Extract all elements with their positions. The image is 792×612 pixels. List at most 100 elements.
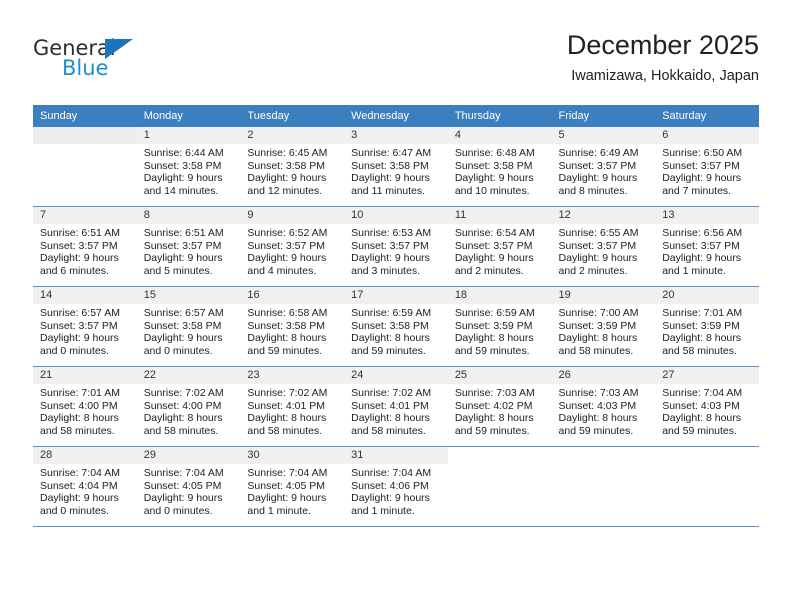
sunset-text: Sunset: 3:57 PM xyxy=(662,159,740,172)
calendar-day-cell[interactable]: 29 Sunrise: 7:04 AM Sunset: 4:05 PM Dayligh… xyxy=(136,447,241,526)
day-details: Sunrise: 7:04 AM Sunset: 4:06 PM Daylight:… xyxy=(344,464,448,517)
day-number: 9 xyxy=(240,207,345,224)
daylight-text-line2: and 4 minutes. xyxy=(247,264,317,277)
calendar-day-cell[interactable]: 14 Sunrise: 6:57 AM Sunset: 3:57 PM Dayligh… xyxy=(33,287,137,366)
weekday-header-thursday: Thursday xyxy=(447,105,552,127)
calendar-day-cell[interactable]: 18 Sunrise: 6:59 AM Sunset: 3:59 PM Dayligh… xyxy=(447,287,552,366)
calendar-day-cell[interactable]: 1 Sunrise: 6:44 AM Sunset: 3:58 PM Daylight… xyxy=(136,127,241,206)
daylight-text-line2: and 0 minutes. xyxy=(143,504,213,517)
daylight-text-line2: and 59 minutes. xyxy=(454,344,530,357)
day-details: Sunrise: 6:47 AM Sunset: 3:58 PM Daylight:… xyxy=(344,144,448,197)
sunrise-text: Sunrise: 7:02 AM xyxy=(351,387,432,399)
title-block: December 2025 Iwamizawa, Hokkaido, Japan xyxy=(567,28,759,87)
daylight-text-line1: Daylight: 9 hours xyxy=(454,172,534,185)
calendar-day-cell[interactable]: 24 Sunrise: 7:02 AM Sunset: 4:01 PM Dayligh… xyxy=(344,367,448,446)
daylight-text-line1: Daylight: 9 hours xyxy=(143,252,223,265)
calendar-day-cell[interactable]: 28 Sunrise: 7:04 AM Sunset: 4:04 PM Dayligh… xyxy=(33,447,137,526)
daylight-text-line2: and 58 minutes. xyxy=(40,424,115,437)
calendar-week-row: 21 Sunrise: 7:01 AM Sunset: 4:00 PM Dayligh… xyxy=(33,367,759,446)
calendar-day-cell[interactable]: 31 Sunrise: 7:04 AM Sunset: 4:06 PM Dayligh… xyxy=(344,447,448,526)
calendar-day-cell[interactable]: 15 Sunrise: 6:57 AM Sunset: 3:58 PM Dayligh… xyxy=(136,287,241,366)
calendar-day-cell[interactable]: 13 Sunrise: 6:56 AM Sunset: 3:57 PM Dayligh… xyxy=(655,207,759,286)
sunrise-text: Sunrise: 7:04 AM xyxy=(351,467,432,479)
daylight-text-line2: and 10 minutes. xyxy=(454,184,530,197)
day-number: 6 xyxy=(655,127,759,144)
day-number: 31 xyxy=(344,447,448,464)
sunset-text: Sunset: 3:57 PM xyxy=(454,239,533,252)
calendar-day-cell[interactable]: 2 Sunrise: 6:45 AM Sunset: 3:58 PM Daylight… xyxy=(240,127,345,206)
day-number: 13 xyxy=(655,207,759,224)
daylight-text-line1: Daylight: 8 hours xyxy=(558,412,638,425)
day-details: Sunrise: 6:45 AM Sunset: 3:58 PM Daylight:… xyxy=(240,144,344,197)
calendar-day-cell[interactable]: 16 Sunrise: 6:58 AM Sunset: 3:58 PM Dayligh… xyxy=(240,287,345,366)
sunrise-text: Sunrise: 6:44 AM xyxy=(143,147,224,159)
sunset-text: Sunset: 4:01 PM xyxy=(247,399,326,412)
calendar-day-cell[interactable]: 6 Sunrise: 6:50 AM Sunset: 3:57 PM Daylight… xyxy=(655,127,759,206)
sunrise-text: Sunrise: 6:48 AM xyxy=(454,147,535,159)
calendar-day-cell[interactable]: 22 Sunrise: 7:02 AM Sunset: 4:00 PM Dayligh… xyxy=(136,367,241,446)
weekday-header-friday: Friday xyxy=(551,105,656,127)
daylight-text-line1: Daylight: 9 hours xyxy=(558,172,638,185)
calendar-day-cell[interactable]: 26 Sunrise: 7:03 AM Sunset: 4:03 PM Dayligh… xyxy=(551,367,656,446)
daylight-text-line2: and 1 minute. xyxy=(662,264,726,277)
day-details: Sunrise: 6:57 AM Sunset: 3:57 PM Daylight:… xyxy=(33,304,137,357)
daylight-text-line1: Daylight: 9 hours xyxy=(454,252,534,265)
day-details: Sunrise: 7:03 AM Sunset: 4:03 PM Daylight:… xyxy=(552,384,656,437)
sunrise-text: Sunrise: 6:54 AM xyxy=(454,227,535,239)
daylight-text-line1: Daylight: 8 hours xyxy=(454,332,534,345)
sunset-text: Sunset: 4:05 PM xyxy=(143,479,222,492)
calendar-day-cell[interactable]: 19 Sunrise: 7:00 AM Sunset: 3:59 PM Dayligh… xyxy=(551,287,656,366)
calendar-day-cell[interactable]: 3 Sunrise: 6:47 AM Sunset: 3:58 PM Daylight… xyxy=(344,127,448,206)
daylight-text-line2: and 6 minutes. xyxy=(40,264,109,277)
sunset-text: Sunset: 3:57 PM xyxy=(662,239,740,252)
day-details: Sunrise: 6:50 AM Sunset: 3:57 PM Daylight:… xyxy=(655,144,759,197)
daylight-text-line1: Daylight: 9 hours xyxy=(40,332,119,345)
calendar-day-cell[interactable]: 4 Sunrise: 6:48 AM Sunset: 3:58 PM Daylight… xyxy=(447,127,552,206)
calendar-day-cell[interactable]: 7 Sunrise: 6:51 AM Sunset: 3:57 PM Daylight… xyxy=(33,207,137,286)
general-blue-logo[interactable]: General Blue xyxy=(33,36,183,86)
page-subtitle: Iwamizawa, Hokkaido, Japan xyxy=(571,68,759,84)
day-number: 22 xyxy=(136,367,241,384)
calendar-day-cell[interactable]: 27 Sunrise: 7:04 AM Sunset: 4:03 PM Dayligh… xyxy=(655,367,759,446)
sunset-text: Sunset: 3:57 PM xyxy=(40,319,118,332)
calendar-day-cell[interactable]: 11 Sunrise: 6:54 AM Sunset: 3:57 PM Dayligh… xyxy=(447,207,552,286)
calendar-week-row: 7 Sunrise: 6:51 AM Sunset: 3:57 PM Daylight… xyxy=(33,207,759,286)
calendar-head: Sunday Monday Tuesday Wednesday Thursday… xyxy=(33,105,759,127)
daylight-text-line1: Daylight: 9 hours xyxy=(247,172,327,185)
day-details: Sunrise: 6:59 AM Sunset: 3:58 PM Daylight:… xyxy=(344,304,448,357)
sunset-text: Sunset: 3:59 PM xyxy=(662,319,740,332)
daylight-text-line1: Daylight: 8 hours xyxy=(454,412,534,425)
sunset-text: Sunset: 3:58 PM xyxy=(351,159,429,172)
sunrise-text: Sunrise: 6:45 AM xyxy=(247,147,328,159)
sunrise-text: Sunrise: 6:57 AM xyxy=(143,307,224,319)
page-title: December 2025 xyxy=(566,30,759,60)
daylight-text-line2: and 7 minutes. xyxy=(662,184,732,197)
calendar-table: Sunday Monday Tuesday Wednesday Thursday… xyxy=(33,105,759,527)
calendar-day-cell[interactable]: 10 Sunrise: 6:53 AM Sunset: 3:57 PM Dayligh… xyxy=(344,207,448,286)
sunrise-text: Sunrise: 7:04 AM xyxy=(40,467,120,479)
calendar-day-cell[interactable]: 12 Sunrise: 6:55 AM Sunset: 3:57 PM Dayligh… xyxy=(551,207,656,286)
daylight-text-line2: and 0 minutes. xyxy=(40,504,109,517)
daylight-text-line2: and 58 minutes. xyxy=(143,424,219,437)
day-number: 20 xyxy=(655,287,759,304)
calendar-day-cell[interactable]: 25 Sunrise: 7:03 AM Sunset: 4:02 PM Dayligh… xyxy=(447,367,552,446)
day-number xyxy=(33,127,137,144)
weekday-header-saturday: Saturday xyxy=(655,105,759,127)
day-number xyxy=(655,447,759,464)
daylight-text-line1: Daylight: 9 hours xyxy=(247,492,327,505)
day-details: Sunrise: 6:54 AM Sunset: 3:57 PM Daylight:… xyxy=(448,224,552,277)
calendar-day-cell[interactable]: 23 Sunrise: 7:02 AM Sunset: 4:01 PM Dayligh… xyxy=(240,367,345,446)
calendar-day-cell[interactable]: 9 Sunrise: 6:52 AM Sunset: 3:57 PM Daylight… xyxy=(240,207,345,286)
calendar-day-cell[interactable]: 30 Sunrise: 7:04 AM Sunset: 4:05 PM Dayligh… xyxy=(240,447,345,526)
sunrise-text: Sunrise: 6:56 AM xyxy=(662,227,743,239)
calendar-day-cell[interactable]: 20 Sunrise: 7:01 AM Sunset: 3:59 PM Dayligh… xyxy=(655,287,759,366)
calendar-day-cell[interactable]: 8 Sunrise: 6:51 AM Sunset: 3:57 PM Daylight… xyxy=(136,207,241,286)
daylight-text-line1: Daylight: 9 hours xyxy=(558,252,638,265)
calendar-day-cell[interactable]: 21 Sunrise: 7:01 AM Sunset: 4:00 PM Dayligh… xyxy=(33,367,137,446)
daylight-text-line2: and 59 minutes. xyxy=(662,424,737,437)
sunrise-text: Sunrise: 6:51 AM xyxy=(143,227,224,239)
calendar-day-cell[interactable]: 17 Sunrise: 6:59 AM Sunset: 3:58 PM Dayligh… xyxy=(344,287,448,366)
daylight-text-line2: and 1 minute. xyxy=(351,504,415,517)
daylight-text-line2: and 58 minutes. xyxy=(662,344,737,357)
calendar-day-cell[interactable]: 5 Sunrise: 6:49 AM Sunset: 3:57 PM Daylight… xyxy=(551,127,656,206)
